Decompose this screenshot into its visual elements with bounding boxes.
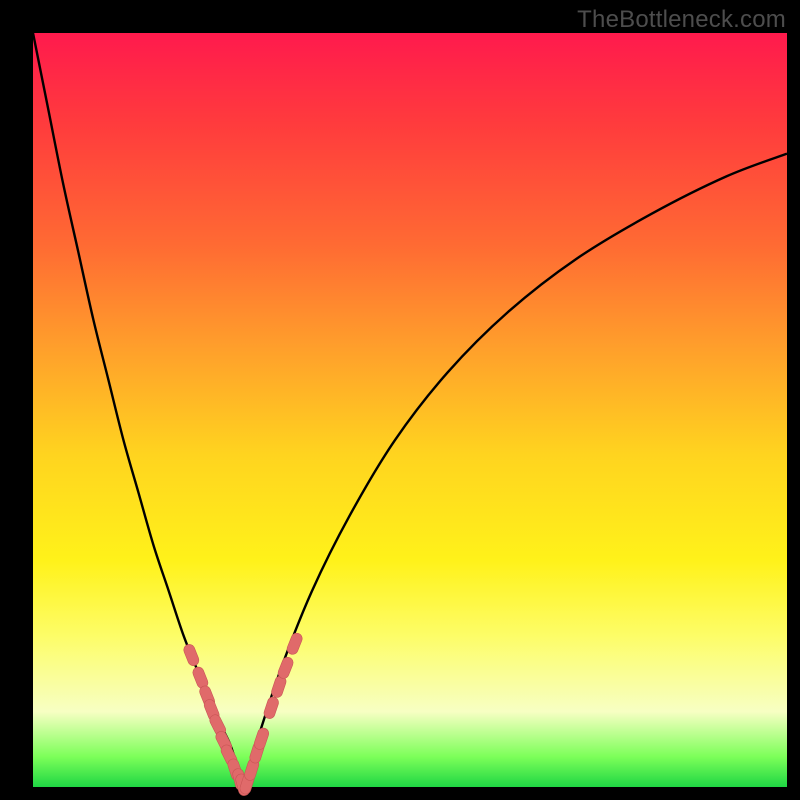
- curve-right-arm: [243, 154, 787, 787]
- chart-frame: TheBottleneck.com: [0, 0, 800, 800]
- curve-marker: [182, 643, 200, 668]
- curve-marker: [253, 727, 270, 751]
- watermark-text: TheBottleneck.com: [577, 6, 786, 34]
- curve-marker: [263, 696, 280, 720]
- curve-left-arm: [33, 33, 243, 787]
- curve-marker: [276, 656, 294, 681]
- curves-svg: [33, 33, 787, 787]
- plot-area: [33, 33, 787, 787]
- curve-marker: [285, 631, 303, 656]
